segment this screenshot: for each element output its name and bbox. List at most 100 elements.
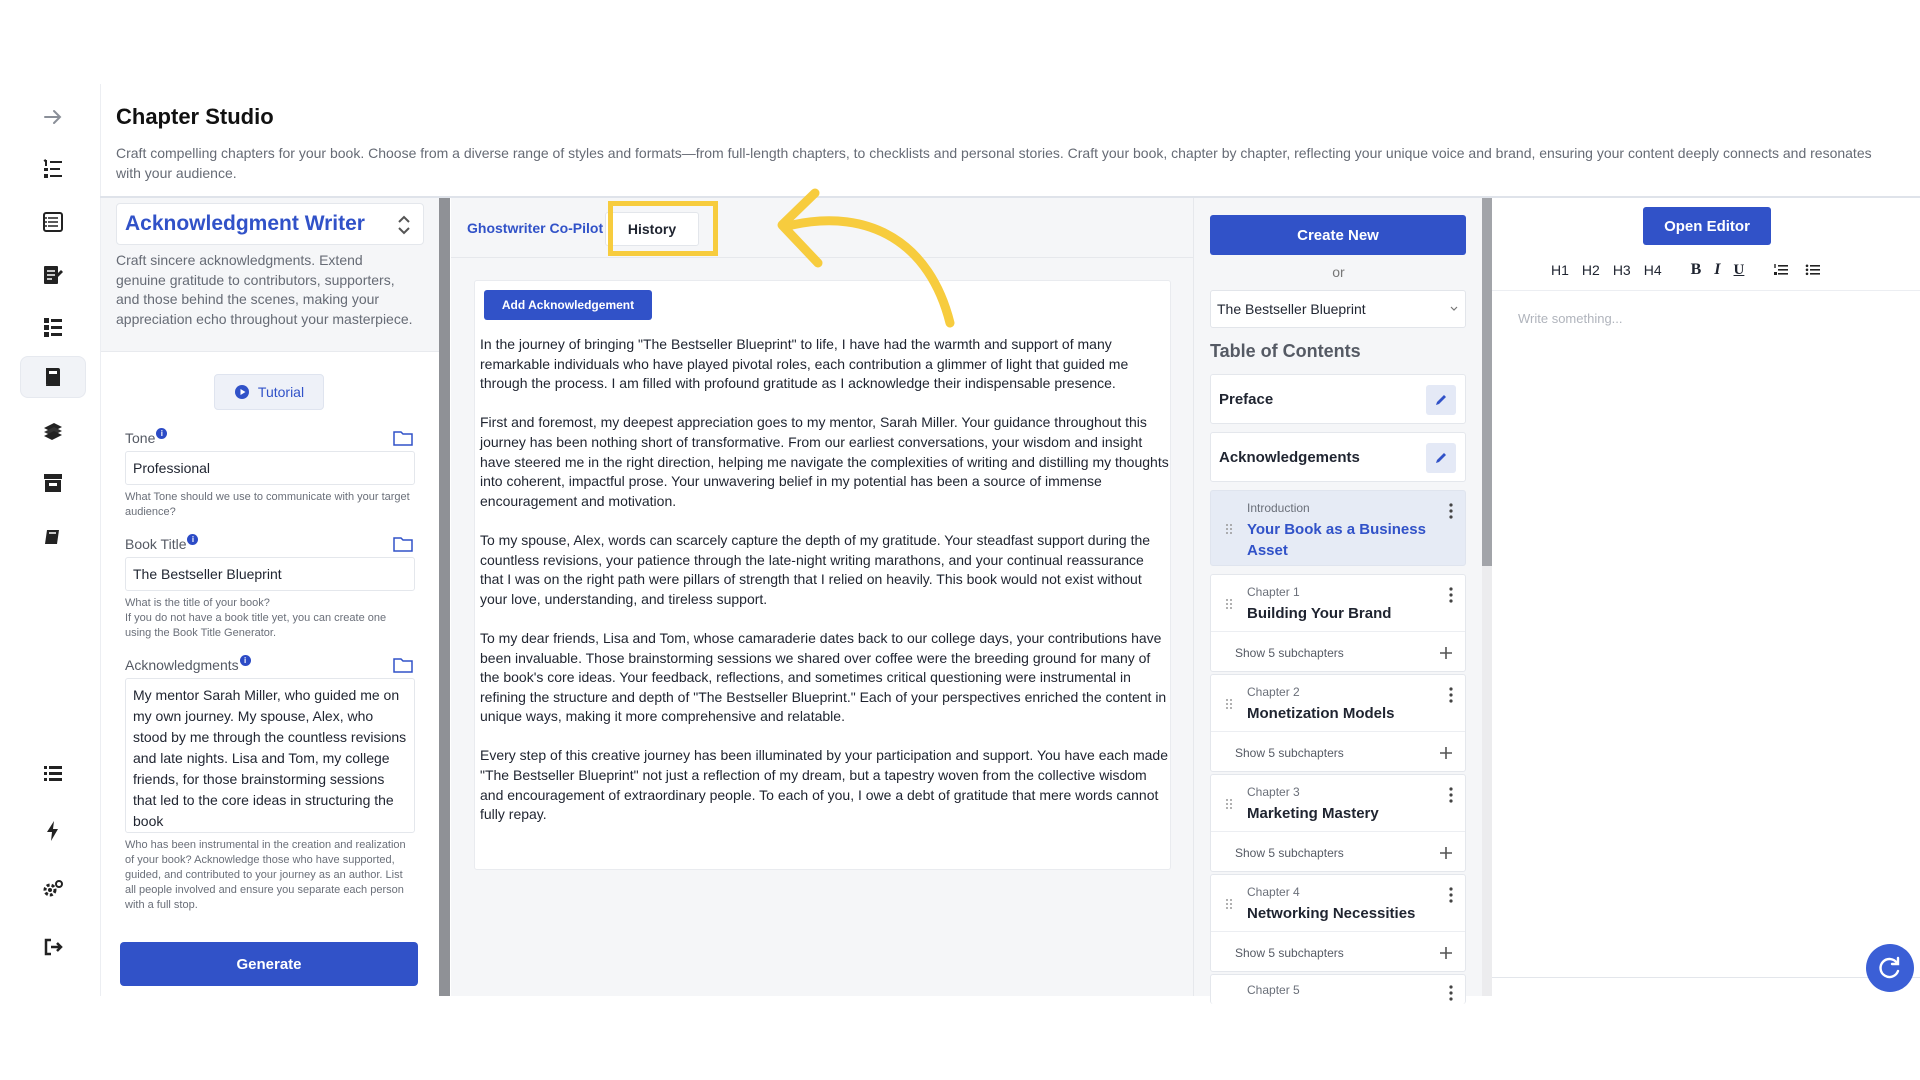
numbered-list-icon[interactable] xyxy=(20,148,86,190)
bold-button[interactable]: B xyxy=(1691,261,1702,279)
toc-chapter-3[interactable]: Chapter 3 Marketing Mastery Show 5 subch… xyxy=(1210,774,1466,872)
drag-handle-icon[interactable] xyxy=(1225,523,1233,535)
more-vertical-icon[interactable] xyxy=(1449,985,1453,1001)
paragraph: To my spouse, Alex, words can scarcely c… xyxy=(480,531,1151,607)
document-edit-icon[interactable] xyxy=(20,254,86,296)
underline-button[interactable]: U xyxy=(1734,262,1745,279)
logout-icon[interactable] xyxy=(20,926,86,968)
chevron-updown-icon xyxy=(398,215,410,235)
checklist-icon[interactable] xyxy=(20,306,86,348)
chapter-kicker: Chapter 4 xyxy=(1247,885,1300,899)
generate-button[interactable]: Generate xyxy=(120,942,418,986)
archive-icon[interactable] xyxy=(20,462,86,504)
writer-select[interactable]: Acknowledgment Writer xyxy=(116,203,424,245)
books-stack-icon[interactable] xyxy=(20,410,86,452)
plus-icon[interactable] xyxy=(1439,746,1453,760)
heading-3-button[interactable]: H3 xyxy=(1613,262,1631,278)
info-icon[interactable]: i xyxy=(187,534,199,545)
chevron-down-icon xyxy=(1450,306,1458,311)
heading-2-button[interactable]: H2 xyxy=(1582,262,1600,278)
toc-chapter-5[interactable]: Chapter 5 xyxy=(1210,974,1466,1004)
book-active-icon[interactable] xyxy=(20,356,86,398)
drag-handle-icon[interactable] xyxy=(1225,798,1233,810)
chapter-kicker: Chapter 3 xyxy=(1247,785,1300,799)
drag-handle-icon[interactable] xyxy=(1225,598,1233,610)
edit-button[interactable] xyxy=(1426,443,1456,473)
add-acknowledgement-button[interactable]: Add Acknowledgement xyxy=(484,290,652,320)
toc-chapter-1[interactable]: Chapter 1 Building Your Brand Show 5 sub… xyxy=(1210,574,1466,672)
toc-item-preface[interactable]: Preface xyxy=(1210,374,1466,424)
subchapters-row[interactable]: Show 5 subchapters xyxy=(1211,831,1465,873)
support-chat-button[interactable] xyxy=(1866,944,1914,992)
open-editor-button[interactable]: Open Editor xyxy=(1643,207,1771,245)
paragraph: To my dear friends, Lisa and Tom, whose … xyxy=(480,629,1167,725)
chapter-title: Building Your Brand xyxy=(1247,605,1392,622)
chapter-kicker: Chapter 1 xyxy=(1247,585,1300,599)
toc-item-acknowledgements[interactable]: Acknowledgements xyxy=(1210,432,1466,482)
acknowledgments-textarea[interactable]: My mentor Sarah Miller, who guided me on… xyxy=(125,678,415,833)
more-vertical-icon[interactable] xyxy=(1449,687,1453,703)
settings-icon[interactable] xyxy=(20,868,86,910)
bullet-list-icon[interactable] xyxy=(1805,263,1821,277)
edit-button[interactable] xyxy=(1426,385,1456,415)
plus-icon[interactable] xyxy=(1439,946,1453,960)
config-panel: Acknowledgment Writer Craft sincere ackn… xyxy=(101,198,439,996)
folder-icon[interactable] xyxy=(393,430,413,446)
tone-value: Professional xyxy=(133,460,211,476)
scrollbar-thumb[interactable] xyxy=(1482,198,1492,566)
editor-panel: Open Editor H1 H2 H3 H4 B I U Write some… xyxy=(1492,198,1920,996)
arrow-right-icon[interactable] xyxy=(20,96,86,138)
book-select[interactable]: The Bestseller Blueprint xyxy=(1210,290,1466,328)
list-icon[interactable] xyxy=(20,752,86,794)
book-title-label-text: Book Title xyxy=(125,536,187,552)
writer-select-label: Acknowledgment Writer xyxy=(125,212,365,235)
tutorial-button[interactable]: Tutorial xyxy=(214,374,324,410)
page-description: Craft compelling chapters for your book.… xyxy=(116,145,1872,181)
more-vertical-icon[interactable] xyxy=(1449,587,1453,603)
editor-placeholder: Write something... xyxy=(1518,311,1623,326)
folder-icon[interactable] xyxy=(393,657,413,673)
scrollbar-track-left[interactable] xyxy=(439,198,450,996)
play-icon xyxy=(234,385,249,399)
heading-4-button[interactable]: H4 xyxy=(1644,262,1662,278)
more-vertical-icon[interactable] xyxy=(1449,787,1453,803)
book-layout-icon[interactable] xyxy=(20,201,86,243)
toc-chapter-introduction[interactable]: Introduction Your Book as a Business Ass… xyxy=(1210,490,1466,566)
chapter-title: Networking Necessities xyxy=(1247,905,1416,922)
lightning-icon[interactable] xyxy=(20,810,86,852)
info-icon[interactable]: i xyxy=(156,428,168,439)
tutorial-label: Tutorial xyxy=(257,384,305,400)
paragraph: Every step of this creative journey has … xyxy=(480,747,1168,823)
toc-chapter-2[interactable]: Chapter 2 Monetization Models Show 5 sub… xyxy=(1210,674,1466,772)
editor-content-area[interactable]: Write something... xyxy=(1492,290,1920,978)
ordered-list-icon[interactable] xyxy=(1773,263,1789,277)
chapter-title: Marketing Mastery xyxy=(1247,805,1379,822)
tab-ghostwriter-copilot[interactable]: Ghostwriter Co-Pilot xyxy=(467,220,603,236)
subchapters-row[interactable]: Show 5 subchapters xyxy=(1211,931,1465,973)
folder-icon[interactable] xyxy=(393,536,413,552)
more-vertical-icon[interactable] xyxy=(1449,887,1453,903)
subchapters-row[interactable]: Show 5 subchapters xyxy=(1211,631,1465,673)
page-title: Chapter Studio xyxy=(116,104,274,129)
plus-icon[interactable] xyxy=(1439,846,1453,860)
create-new-button[interactable]: Create New xyxy=(1210,215,1466,255)
show-subchapters-label: Show 5 subchapters xyxy=(1235,646,1344,660)
plus-icon[interactable] xyxy=(1439,646,1453,660)
toc-chapter-4[interactable]: Chapter 4 Networking Necessities Show 5 … xyxy=(1210,874,1466,972)
toc-item-label: Preface xyxy=(1219,391,1274,408)
subchapters-row[interactable]: Show 5 subchapters xyxy=(1211,731,1465,773)
book-title-input[interactable]: The Bestseller Blueprint xyxy=(125,557,415,591)
more-vertical-icon[interactable] xyxy=(1449,503,1453,519)
scrollbar-track-toc[interactable] xyxy=(1482,198,1492,996)
info-icon[interactable]: i xyxy=(239,655,251,666)
heading-1-button[interactable]: H1 xyxy=(1551,262,1569,278)
acknowledgments-label: Acknowledgments i xyxy=(125,655,251,673)
tone-label: Tone i xyxy=(125,428,168,446)
tone-input[interactable]: Professional xyxy=(125,451,415,485)
italic-button[interactable]: I xyxy=(1714,261,1720,279)
book-title-help: What is the title of your book? If you d… xyxy=(125,597,387,639)
book-small-icon[interactable] xyxy=(20,516,86,558)
drag-handle-icon[interactable] xyxy=(1225,698,1233,710)
drag-handle-icon[interactable] xyxy=(1225,898,1233,910)
toc-panel: Create New or The Bestseller Blueprint T… xyxy=(1193,198,1482,1004)
